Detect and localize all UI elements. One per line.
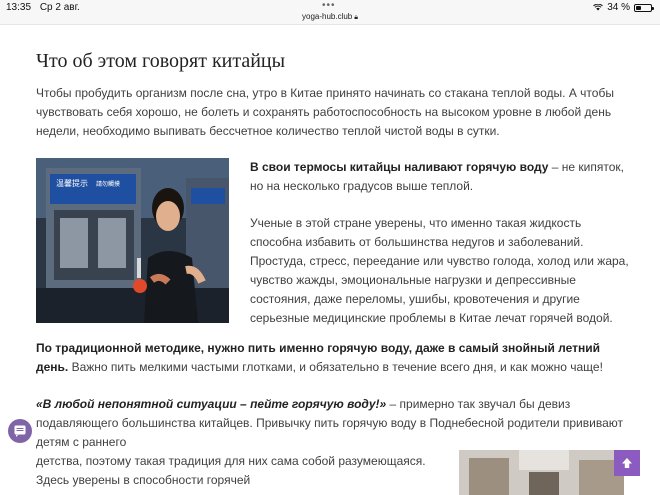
url-text: yoga-hub.club xyxy=(302,12,353,21)
motto-paragraph: «В любой непонятной ситуации – пейте гор… xyxy=(36,395,626,452)
scroll-to-top-button[interactable] xyxy=(614,450,640,476)
motto-quote: «В любой непонятной ситуации – пейте гор… xyxy=(36,397,387,411)
right-paragraph-1: В свои термосы китайцы наливают горячую … xyxy=(250,158,630,196)
photo-woman-water-dispenser: 温馨提示 請勿觸摸 xyxy=(36,158,229,323)
machine-sign-text-2: 請勿觸摸 xyxy=(96,180,120,188)
chat-button[interactable] xyxy=(8,419,32,443)
chat-icon xyxy=(14,425,26,437)
wifi-icon xyxy=(593,4,604,11)
right-paragraph-2: Ученые в этой стране уверены, что именно… xyxy=(250,216,629,325)
method-paragraph-text: Важно пить мелкими частыми глотками, и о… xyxy=(68,360,603,374)
status-right: 34 % xyxy=(593,2,654,13)
lock-icon: 🔒︎ xyxy=(354,14,358,21)
multitask-dots[interactable]: ••• xyxy=(322,0,336,11)
kitchen-thumbnail-image xyxy=(459,450,624,495)
arrow-up-icon xyxy=(622,458,632,468)
battery-icon xyxy=(634,3,654,12)
method-paragraph: По традиционной методике, нужно пить име… xyxy=(36,339,626,377)
address-bar[interactable]: yoga-hub.club 🔒︎ xyxy=(0,12,660,22)
status-bar: 13:35 Ср 2 авг. ••• yoga-hub.club 🔒︎ 34 % xyxy=(0,0,660,25)
continuation-paragraph: детства, поэтому такая традиция для них … xyxy=(36,454,426,487)
photo-illustration: 温馨提示 請勿觸摸 xyxy=(36,158,229,323)
machine-sign-text-1: 温馨提示 xyxy=(56,178,88,188)
right-paragraph-1-bold: В свои термосы китайцы наливают горячую … xyxy=(250,160,549,174)
battery-percent: 34 % xyxy=(607,2,630,13)
section-heading: Что об этом говорят китайцы xyxy=(36,50,286,72)
intro-paragraph: Чтобы пробудить организм после сна, утро… xyxy=(36,86,614,138)
thumbnail-illustration xyxy=(459,450,624,495)
